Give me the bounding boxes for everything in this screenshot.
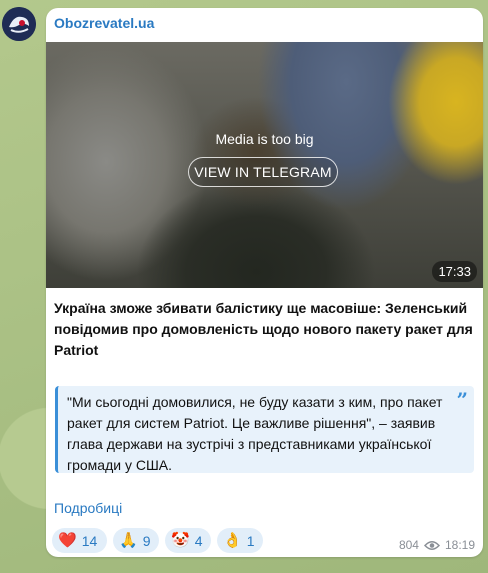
reaction-count: 1: [246, 532, 255, 549]
video-duration: 17:33: [432, 261, 477, 282]
reaction-count: 9: [142, 532, 151, 549]
post-title: Україна зможе збивати балістику ще масов…: [54, 300, 473, 358]
reaction-heart[interactable]: ❤️ 14: [52, 528, 107, 553]
view-count: 804: [398, 538, 419, 552]
message-bubble: Obozrevatel.ua Media is too big VIEW IN …: [46, 8, 483, 557]
quote-icon: ”: [456, 388, 468, 412]
reactions-bar: ❤️ 14 🙏 9 🤡 4 👌 1: [52, 528, 263, 553]
media-too-big-label: Media is too big: [215, 131, 314, 147]
view-in-telegram-button[interactable]: VIEW IN TELEGRAM: [188, 157, 338, 187]
video-preview[interactable]: Media is too big VIEW IN TELEGRAM 17:33: [46, 42, 483, 288]
heart-icon: ❤️: [58, 532, 77, 549]
message-time: 18:19: [444, 538, 475, 552]
eye-icon: [423, 540, 440, 550]
reaction-pray[interactable]: 🙏 9: [113, 528, 159, 553]
reaction-count: 14: [81, 532, 98, 549]
clown-icon: 🤡: [171, 532, 190, 549]
details-link[interactable]: Подробиці: [54, 500, 122, 516]
channel-name[interactable]: Obozrevatel.ua: [54, 15, 154, 31]
quote-text: "Ми сьогодні домовилися, не буду казати …: [67, 394, 443, 473]
blockquote: "Ми сьогодні домовилися, не буду казати …: [55, 386, 474, 473]
ok-hand-icon: 👌: [223, 532, 242, 549]
reaction-ok-hand[interactable]: 👌 1: [217, 528, 263, 553]
pray-icon: 🙏: [119, 532, 138, 549]
channel-avatar[interactable]: [2, 7, 36, 41]
message-meta: 804 18:19: [399, 538, 475, 552]
reaction-count: 4: [194, 532, 203, 549]
channel-logo-icon: [2, 7, 36, 41]
reaction-clown[interactable]: 🤡 4: [165, 528, 211, 553]
